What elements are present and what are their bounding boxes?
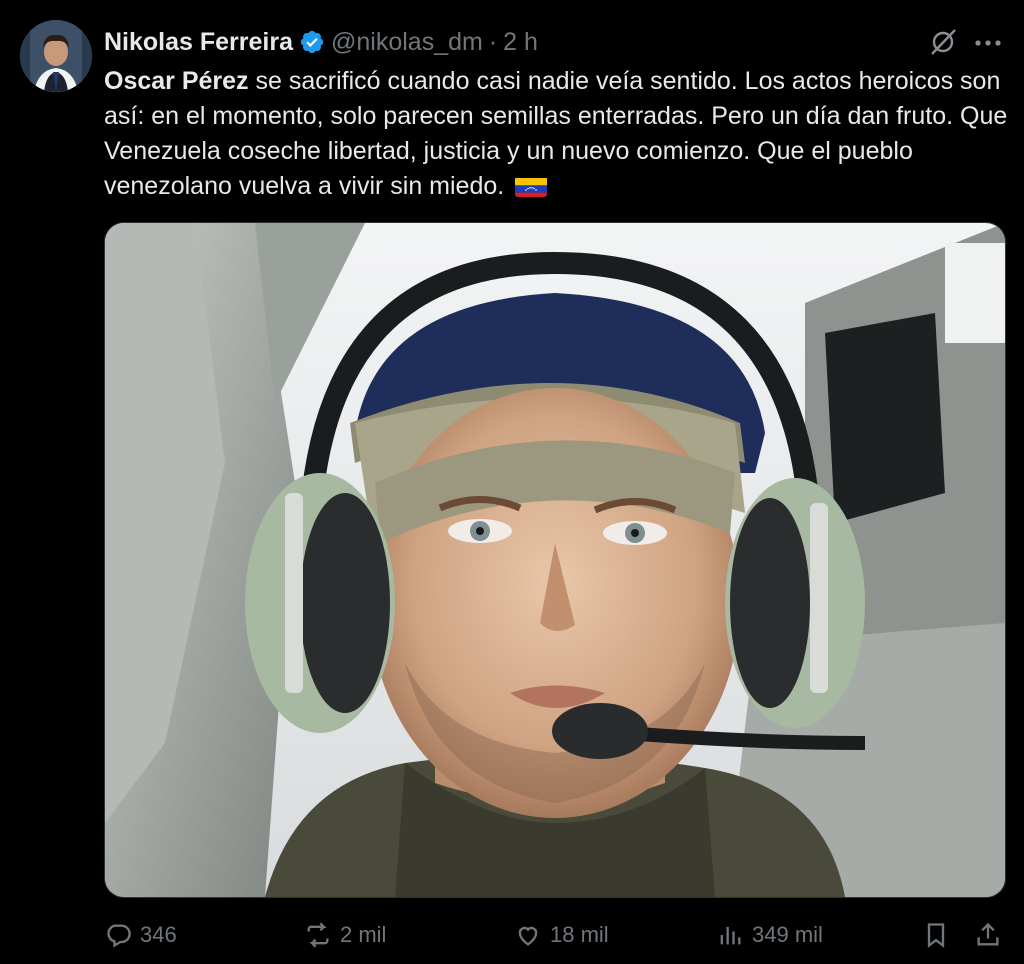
like-icon: [518, 926, 538, 946]
author-handle[interactable]: @nikolas_dm: [331, 28, 483, 57]
venezuela-flag-icon: [515, 175, 548, 197]
view-count: 349 mil: [752, 922, 823, 947]
tweet-action-bar: 346 2 mil 18 mil 349 mil: [104, 915, 1004, 955]
more-options-icon[interactable]: [970, 26, 1006, 58]
author-avatar[interactable]: [20, 20, 92, 92]
mention-link[interactable]: Oscar Pérez: [104, 67, 249, 95]
tweet-header: Nikolas Ferreira @nikolas_dm · 2 h: [104, 26, 538, 58]
author-name[interactable]: Nikolas Ferreira: [104, 28, 293, 57]
views-button[interactable]: 349 mil: [716, 915, 823, 955]
bookmark-icon: [927, 923, 945, 948]
header-separator: ·: [488, 27, 498, 56]
reply-button[interactable]: 346: [104, 915, 177, 955]
repost-count: 2 mil: [340, 922, 387, 947]
bookmark-button[interactable]: [922, 915, 958, 955]
share-icon: [977, 922, 999, 946]
verified-badge-icon: [299, 29, 325, 55]
like-count: 18 mil: [550, 922, 609, 947]
views-icon: [720, 926, 741, 945]
tweet-timestamp[interactable]: 2 h: [503, 28, 538, 57]
reply-icon: [107, 924, 131, 948]
tweet-photo[interactable]: [104, 222, 1006, 898]
repost-icon: [307, 922, 329, 948]
share-button[interactable]: [974, 915, 1010, 955]
tweet-text: Oscar Pérez se sacrificó cuando casi nad…: [104, 64, 1009, 204]
reply-count: 346: [140, 922, 177, 947]
like-button[interactable]: 18 mil: [514, 915, 609, 955]
repost-button[interactable]: 2 mil: [304, 915, 386, 955]
grok-icon[interactable]: [927, 26, 959, 58]
